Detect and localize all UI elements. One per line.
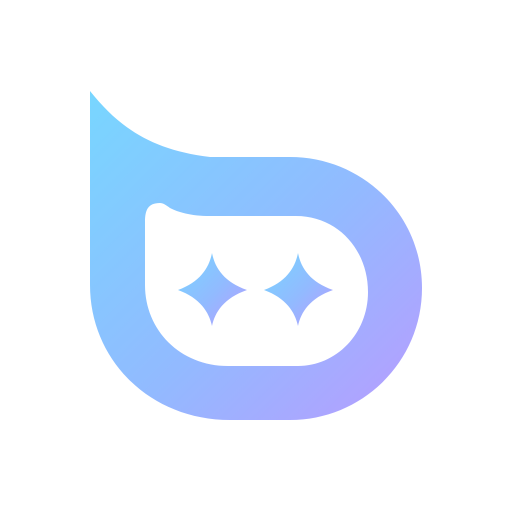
chat-bubble-logo (90, 91, 422, 420)
sparkle-icon (264, 253, 333, 326)
logo-canvas (0, 0, 512, 512)
logo-bubble-shape (90, 91, 422, 420)
sparkle-icon (178, 253, 247, 326)
